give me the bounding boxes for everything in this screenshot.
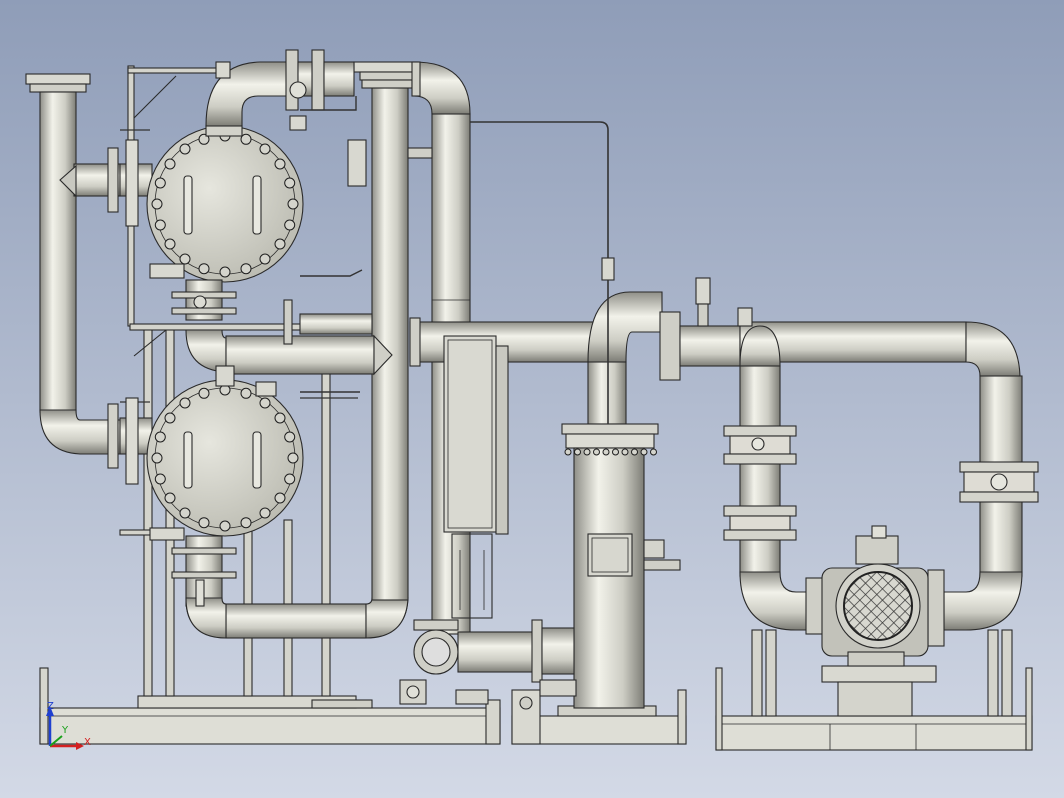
bolt bbox=[574, 448, 581, 456]
triad-label-z: Z bbox=[47, 701, 54, 712]
bolt bbox=[164, 158, 176, 170]
bolt bbox=[240, 387, 252, 399]
bolt bbox=[274, 158, 286, 170]
bolt bbox=[650, 448, 657, 456]
bolt bbox=[631, 448, 638, 456]
bolt bbox=[621, 448, 629, 456]
bolt bbox=[240, 263, 252, 275]
bolt bbox=[564, 448, 572, 456]
bolt bbox=[219, 520, 231, 532]
bolt bbox=[154, 177, 166, 189]
bolt bbox=[284, 177, 296, 189]
bolt bbox=[640, 448, 648, 456]
bolt bbox=[593, 448, 600, 456]
vessel-lower bbox=[146, 379, 304, 537]
bolt bbox=[164, 492, 176, 504]
vessel-upper bbox=[146, 125, 304, 283]
bolt bbox=[287, 452, 299, 464]
bolt bbox=[259, 397, 271, 409]
piping-assembly-drawing: X Z Y bbox=[0, 0, 1064, 798]
bolt bbox=[287, 198, 299, 210]
bolt bbox=[259, 143, 271, 155]
bolt bbox=[284, 473, 296, 485]
cad-viewport[interactable]: X Z Y bbox=[0, 0, 1064, 798]
bolt bbox=[259, 253, 271, 265]
bolt bbox=[179, 253, 191, 265]
bolt bbox=[151, 452, 163, 464]
bolt bbox=[164, 238, 176, 250]
bolt bbox=[154, 431, 166, 443]
bolt bbox=[274, 492, 286, 504]
bolt bbox=[602, 448, 610, 456]
bolt bbox=[198, 263, 210, 275]
bolt bbox=[284, 219, 296, 231]
bolt bbox=[274, 412, 286, 424]
triad-label-y: Y bbox=[61, 725, 69, 736]
bolt bbox=[612, 448, 619, 456]
bolt bbox=[198, 387, 210, 399]
bolt bbox=[583, 448, 591, 456]
bolt bbox=[219, 266, 231, 278]
bolt bbox=[179, 143, 191, 155]
bolt bbox=[259, 507, 271, 519]
bolt bbox=[179, 397, 191, 409]
triad-label-x: X bbox=[84, 737, 91, 748]
bolt bbox=[284, 431, 296, 443]
bolt bbox=[198, 517, 210, 529]
bolt bbox=[154, 473, 166, 485]
bolt bbox=[240, 517, 252, 529]
bolt bbox=[164, 412, 176, 424]
bolt bbox=[151, 198, 163, 210]
bolt bbox=[154, 219, 166, 231]
bolt bbox=[274, 238, 286, 250]
bolt bbox=[179, 507, 191, 519]
